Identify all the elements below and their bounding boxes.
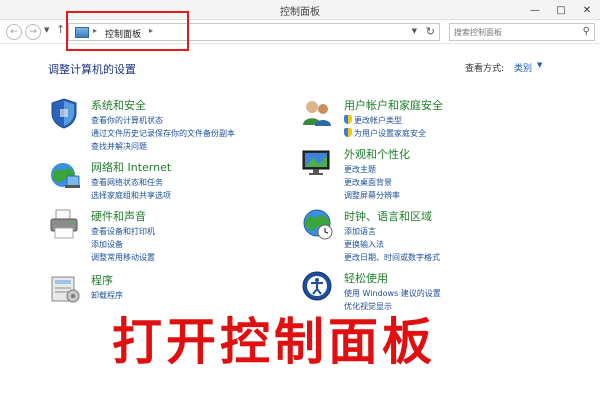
category-link[interactable]: 卸载程序	[91, 289, 123, 302]
category-link[interactable]: 查看设备和打印机	[91, 225, 155, 238]
category-title[interactable]: 系统和安全	[91, 97, 146, 113]
search-box[interactable]: ⚲	[449, 23, 595, 41]
globe-clock-icon	[303, 209, 333, 240]
category-link[interactable]: 查找并解决问题	[91, 140, 235, 153]
shield-flag-icon	[51, 98, 77, 129]
view-by-label: 查看方式:	[465, 64, 505, 74]
programs-icon	[51, 276, 80, 303]
up-button[interactable]: ↑	[56, 23, 65, 36]
highlight-box	[66, 11, 189, 51]
accessibility-icon	[302, 271, 332, 301]
window-controls: — □ ✕	[522, 0, 600, 20]
refresh-icon[interactable]: ↻	[426, 25, 435, 38]
back-button[interactable]: ←	[6, 24, 22, 40]
search-icon[interactable]: ⚲	[583, 26, 590, 37]
category-title[interactable]: 程序	[91, 272, 113, 288]
display-icon	[302, 150, 330, 175]
category-links: 查看网络状态和任务 选择家庭组和共享选项	[91, 176, 171, 202]
category-link[interactable]: 更改主题	[344, 163, 400, 176]
overlay-caption: 打开控制面板	[112, 313, 436, 371]
category-links: 添加语言 更换输入法 更改日期、时间或数字格式	[344, 225, 440, 264]
category-links: 查看你的计算机状态 通过文件历史记录保存你的文件备份副本 查找并解决问题	[91, 114, 235, 153]
category-links: 卸载程序	[91, 289, 123, 302]
network-icon	[51, 163, 80, 188]
close-button[interactable]: ✕	[574, 0, 600, 20]
users-icon	[303, 101, 331, 126]
category-title[interactable]: 轻松使用	[344, 270, 388, 286]
printer-icon	[50, 209, 78, 239]
recent-pages-dropdown[interactable]: ▼	[44, 26, 49, 34]
category-link[interactable]: 调整常用移动设置	[91, 251, 155, 264]
forward-button[interactable]: →	[25, 24, 41, 40]
page-heading: 调整计算机的设置	[48, 63, 136, 76]
category-links: 更改帐户类型 为用户设置家庭安全	[344, 114, 426, 140]
category-link[interactable]: 更换输入法	[344, 238, 440, 251]
category-link[interactable]: 选择家庭组和共享选项	[91, 189, 171, 202]
category-link[interactable]: 添加设备	[91, 238, 155, 251]
maximize-button[interactable]: □	[548, 0, 574, 20]
category-link[interactable]: 使用 Windows 建议的设置	[344, 287, 441, 300]
category-link[interactable]: 查看网络状态和任务	[91, 176, 171, 189]
category-link[interactable]: 更改桌面背景	[344, 176, 400, 189]
category-title[interactable]: 网络和 Internet	[91, 159, 171, 175]
category-title[interactable]: 时钟、语言和区域	[344, 208, 432, 224]
category-link[interactable]: 更改日期、时间或数字格式	[344, 251, 440, 264]
category-link[interactable]: 通过文件历史记录保存你的文件备份副本	[91, 127, 235, 140]
category-title[interactable]: 硬件和声音	[91, 208, 146, 224]
category-link[interactable]: 添加语言	[344, 225, 440, 238]
view-by-dropdown[interactable]: 类别	[514, 61, 532, 74]
category-link[interactable]: 更改帐户类型	[344, 114, 426, 127]
category-title[interactable]: 外观和个性化	[344, 146, 410, 162]
search-input[interactable]	[454, 26, 574, 38]
category-title[interactable]: 用户帐户和家庭安全	[344, 97, 443, 113]
minimize-button[interactable]: —	[522, 0, 548, 20]
category-link[interactable]: 查看你的计算机状态	[91, 114, 235, 127]
address-dropdown-icon[interactable]: ▼	[412, 27, 417, 35]
category-link[interactable]: 调整屏幕分辨率	[344, 189, 400, 202]
chevron-down-icon[interactable]: ▼	[537, 61, 542, 69]
category-links: 更改主题 更改桌面背景 调整屏幕分辨率	[344, 163, 400, 202]
category-links: 查看设备和打印机 添加设备 调整常用移动设置	[91, 225, 155, 264]
category-link[interactable]: 为用户设置家庭安全	[344, 127, 426, 140]
